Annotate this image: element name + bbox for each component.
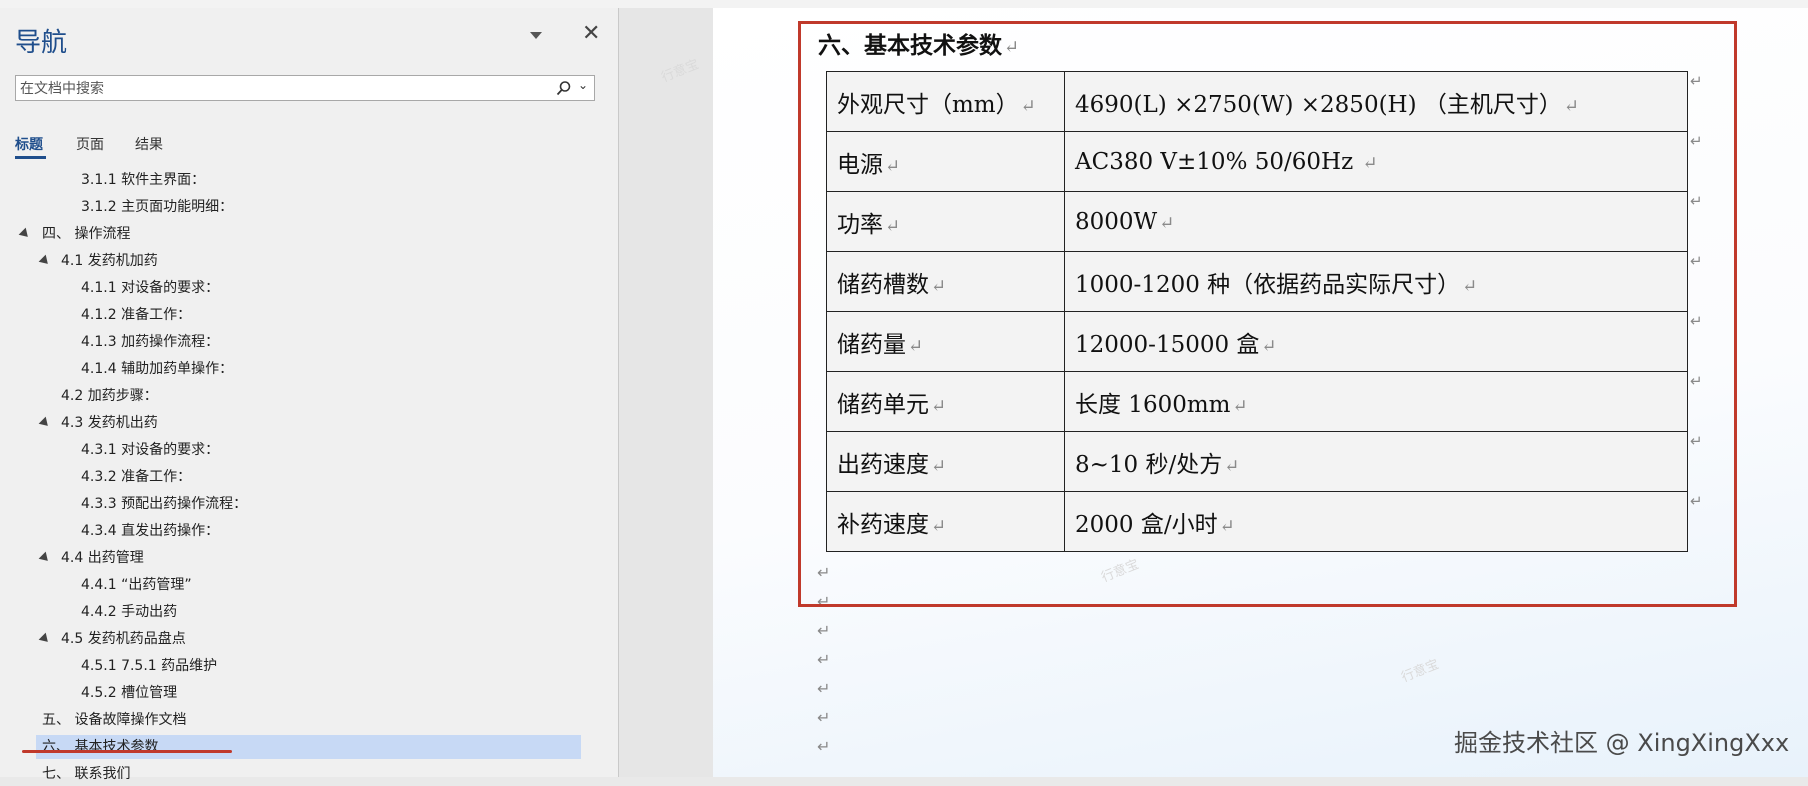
nav-item-label: 4.4 出药管理 <box>61 550 144 566</box>
nav-title: 导航 <box>15 28 68 58</box>
empty-paragraph-mark: ↵ <box>817 679 831 698</box>
red-underline-annotation <box>22 750 232 753</box>
nav-item-label: 4.4.2 手动出药 <box>81 604 178 620</box>
nav-options-dropdown-icon[interactable] <box>530 32 542 39</box>
search-input[interactable] <box>16 76 552 102</box>
active-tab-indicator <box>15 156 46 159</box>
nav-item-label: 五、 设备故障操作文档 <box>42 712 187 728</box>
empty-paragraph-mark: ↵ <box>817 737 831 756</box>
expand-triangle-icon[interactable] <box>18 227 32 241</box>
nav-item-label: 六、 基本技术参数 <box>42 739 159 755</box>
chevron-down-icon[interactable]: ⌄ <box>578 78 588 92</box>
expand-triangle-icon[interactable] <box>38 551 52 565</box>
close-icon[interactable]: ✕ <box>582 22 600 46</box>
nav-item-label: 4.3.1 对设备的要求： <box>81 442 220 458</box>
watermark-text: 掘金技术社区 @ XingXingXxx <box>1454 729 1790 757</box>
nav-item-label: 4.4.1 “出药管理” <box>81 577 192 593</box>
nav-item-label: 4.1.2 准备工作： <box>81 307 192 323</box>
nav-item-label: 4.1.4 辅助加药单操作： <box>81 361 234 377</box>
nav-item-label: 七、 联系我们 <box>42 766 131 782</box>
expand-triangle-icon[interactable] <box>38 632 52 646</box>
nav-item-label: 4.1 发药机加药 <box>61 253 158 269</box>
empty-paragraph-mark: ↵ <box>817 621 831 640</box>
nav-item-label: 4.1.1 对设备的要求： <box>81 280 220 296</box>
navigation-pane: 导航 ✕ ⌄ 标题 页面 结果 3.1.1 软件主界面： 3.1.2 主页面功能明… <box>0 8 619 782</box>
nav-item-label: 4.3.4 直发出药操作： <box>81 523 220 539</box>
nav-item-label: 3.1.1 软件主界面： <box>81 172 206 188</box>
nav-item-label: 4.2 加药步骤： <box>61 388 158 404</box>
nav-item-label: 4.3.2 准备工作： <box>81 469 192 485</box>
nav-item-label: 4.5.2 槽位管理 <box>81 685 178 701</box>
tab-pages[interactable]: 页面 <box>76 134 104 154</box>
nav-item-label: 4.3 发药机出药 <box>61 415 158 431</box>
nav-item-label: 3.1.2 主页面功能明细： <box>81 199 234 215</box>
nav-item-label: 4.1.3 加药操作流程： <box>81 334 220 350</box>
empty-paragraph-mark: ↵ <box>817 650 831 669</box>
red-highlight-box <box>798 21 1737 607</box>
tab-headings[interactable]: 标题 <box>15 134 43 154</box>
search-icon[interactable] <box>556 80 572 96</box>
nav-item-label: 四、 操作流程 <box>42 226 131 242</box>
nav-item-label: 4.5.1 7.5.1 药品维护 <box>81 658 218 674</box>
expand-triangle-icon[interactable] <box>38 416 52 430</box>
tab-results[interactable]: 结果 <box>135 134 163 154</box>
expand-triangle-icon[interactable] <box>38 254 52 268</box>
document-gutter <box>619 8 713 777</box>
nav-item-label: 4.3.3 预配出药操作流程： <box>81 496 248 512</box>
nav-item-label: 4.5 发药机药品盘点 <box>61 631 186 647</box>
search-box[interactable]: ⌄ <box>15 75 595 102</box>
empty-paragraph-mark: ↵ <box>817 708 831 727</box>
nav-item[interactable]: 六、 基本技术参数 <box>36 735 581 759</box>
